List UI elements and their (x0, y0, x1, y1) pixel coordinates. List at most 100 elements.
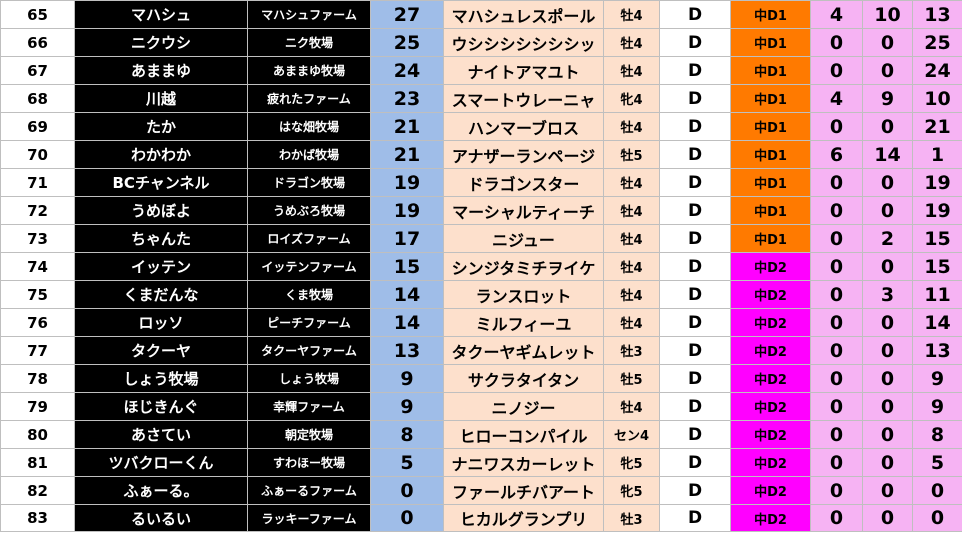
stat-second-cell[interactable]: 0 (862, 336, 913, 365)
stat-third-cell[interactable]: 0 (912, 476, 962, 505)
grade-cell[interactable]: D (659, 420, 731, 449)
farm-name-cell[interactable]: マハシュファーム (247, 0, 371, 29)
class-cell[interactable]: 中D1 (730, 168, 811, 197)
owner-name-cell[interactable]: イッテン (74, 252, 248, 281)
grade-cell[interactable]: D (659, 0, 731, 29)
grade-cell[interactable]: D (659, 476, 731, 505)
class-cell[interactable]: 中D1 (730, 0, 811, 29)
rank-cell[interactable]: 80 (0, 420, 75, 449)
stat-second-cell[interactable]: 0 (862, 252, 913, 281)
farm-name-cell[interactable]: 幸輝ファーム (247, 392, 371, 421)
points-cell[interactable]: 14 (370, 280, 444, 309)
stat-first-cell[interactable]: 0 (810, 448, 863, 477)
farm-name-cell[interactable]: ニク牧場 (247, 28, 371, 57)
rank-cell[interactable]: 72 (0, 196, 75, 225)
stat-third-cell[interactable]: 5 (912, 448, 962, 477)
sex-age-cell[interactable]: 牡4 (603, 0, 660, 29)
owner-name-cell[interactable]: ちゃんた (74, 224, 248, 253)
owner-name-cell[interactable]: 川越 (74, 84, 248, 113)
class-cell[interactable]: 中D2 (730, 504, 811, 532)
stat-second-cell[interactable]: 14 (862, 140, 913, 169)
horse-name-cell[interactable]: ナニワスカーレット (443, 448, 604, 477)
points-cell[interactable]: 15 (370, 252, 444, 281)
grade-cell[interactable]: D (659, 56, 731, 85)
farm-name-cell[interactable]: タクーヤファーム (247, 336, 371, 365)
class-cell[interactable]: 中D1 (730, 224, 811, 253)
stat-third-cell[interactable]: 13 (912, 336, 962, 365)
sex-age-cell[interactable]: 牡3 (603, 336, 660, 365)
farm-name-cell[interactable]: わかば牧場 (247, 140, 371, 169)
farm-name-cell[interactable]: くま牧場 (247, 280, 371, 309)
owner-name-cell[interactable]: るいるい (74, 504, 248, 532)
stat-third-cell[interactable]: 15 (912, 224, 962, 253)
rank-cell[interactable]: 76 (0, 308, 75, 337)
farm-name-cell[interactable]: 疲れたファーム (247, 84, 371, 113)
stat-third-cell[interactable]: 19 (912, 196, 962, 225)
farm-name-cell[interactable]: 朝定牧場 (247, 420, 371, 449)
stat-first-cell[interactable]: 0 (810, 504, 863, 532)
class-cell[interactable]: 中D2 (730, 280, 811, 309)
stat-third-cell[interactable]: 9 (912, 364, 962, 393)
sex-age-cell[interactable]: 牝5 (603, 448, 660, 477)
stat-second-cell[interactable]: 0 (862, 196, 913, 225)
points-cell[interactable]: 9 (370, 364, 444, 393)
rank-cell[interactable]: 68 (0, 84, 75, 113)
farm-name-cell[interactable]: はな畑牧場 (247, 112, 371, 141)
class-cell[interactable]: 中D1 (730, 56, 811, 85)
farm-name-cell[interactable]: ふぁーるファーム (247, 476, 371, 505)
stat-first-cell[interactable]: 6 (810, 140, 863, 169)
stat-second-cell[interactable]: 0 (862, 420, 913, 449)
owner-name-cell[interactable]: わかわか (74, 140, 248, 169)
stat-first-cell[interactable]: 4 (810, 84, 863, 113)
owner-name-cell[interactable]: あさてい (74, 420, 248, 449)
rank-cell[interactable]: 66 (0, 28, 75, 57)
rank-cell[interactable]: 65 (0, 0, 75, 29)
sex-age-cell[interactable]: 牡4 (603, 308, 660, 337)
stat-first-cell[interactable]: 0 (810, 168, 863, 197)
stat-third-cell[interactable]: 10 (912, 84, 962, 113)
sex-age-cell[interactable]: 牡4 (603, 224, 660, 253)
stat-first-cell[interactable]: 0 (810, 224, 863, 253)
stat-third-cell[interactable]: 0 (912, 504, 962, 532)
stat-first-cell[interactable]: 0 (810, 364, 863, 393)
rank-cell[interactable]: 74 (0, 252, 75, 281)
points-cell[interactable]: 19 (370, 196, 444, 225)
rank-cell[interactable]: 71 (0, 168, 75, 197)
sex-age-cell[interactable]: 牡4 (603, 28, 660, 57)
sex-age-cell[interactable]: 牡4 (603, 112, 660, 141)
stat-first-cell[interactable]: 0 (810, 196, 863, 225)
horse-name-cell[interactable]: ニジュー (443, 224, 604, 253)
stat-third-cell[interactable]: 13 (912, 0, 962, 29)
owner-name-cell[interactable]: マハシュ (74, 0, 248, 29)
horse-name-cell[interactable]: ヒローコンパイル (443, 420, 604, 449)
owner-name-cell[interactable]: あままゆ (74, 56, 248, 85)
horse-name-cell[interactable]: タクーヤギムレット (443, 336, 604, 365)
stat-first-cell[interactable]: 0 (810, 476, 863, 505)
stat-first-cell[interactable]: 0 (810, 392, 863, 421)
rank-cell[interactable]: 75 (0, 280, 75, 309)
points-cell[interactable]: 0 (370, 504, 444, 532)
farm-name-cell[interactable]: あままゆ牧場 (247, 56, 371, 85)
class-cell[interactable]: 中D2 (730, 448, 811, 477)
grade-cell[interactable]: D (659, 196, 731, 225)
horse-name-cell[interactable]: ハンマーブロス (443, 112, 604, 141)
points-cell[interactable]: 25 (370, 28, 444, 57)
owner-name-cell[interactable]: ふぁーる。 (74, 476, 248, 505)
class-cell[interactable]: 中D1 (730, 84, 811, 113)
class-cell[interactable]: 中D2 (730, 364, 811, 393)
owner-name-cell[interactable]: ほじきんぐ (74, 392, 248, 421)
stat-second-cell[interactable]: 0 (862, 308, 913, 337)
class-cell[interactable]: 中D1 (730, 196, 811, 225)
stat-first-cell[interactable]: 4 (810, 0, 863, 29)
points-cell[interactable]: 21 (370, 140, 444, 169)
stat-first-cell[interactable]: 0 (810, 28, 863, 57)
owner-name-cell[interactable]: ニクウシ (74, 28, 248, 57)
rank-cell[interactable]: 73 (0, 224, 75, 253)
class-cell[interactable]: 中D1 (730, 140, 811, 169)
stat-second-cell[interactable]: 2 (862, 224, 913, 253)
stat-third-cell[interactable]: 11 (912, 280, 962, 309)
owner-name-cell[interactable]: タクーヤ (74, 336, 248, 365)
points-cell[interactable]: 14 (370, 308, 444, 337)
horse-name-cell[interactable]: アナザーランページ (443, 140, 604, 169)
horse-name-cell[interactable]: スマートウレーニャ (443, 84, 604, 113)
